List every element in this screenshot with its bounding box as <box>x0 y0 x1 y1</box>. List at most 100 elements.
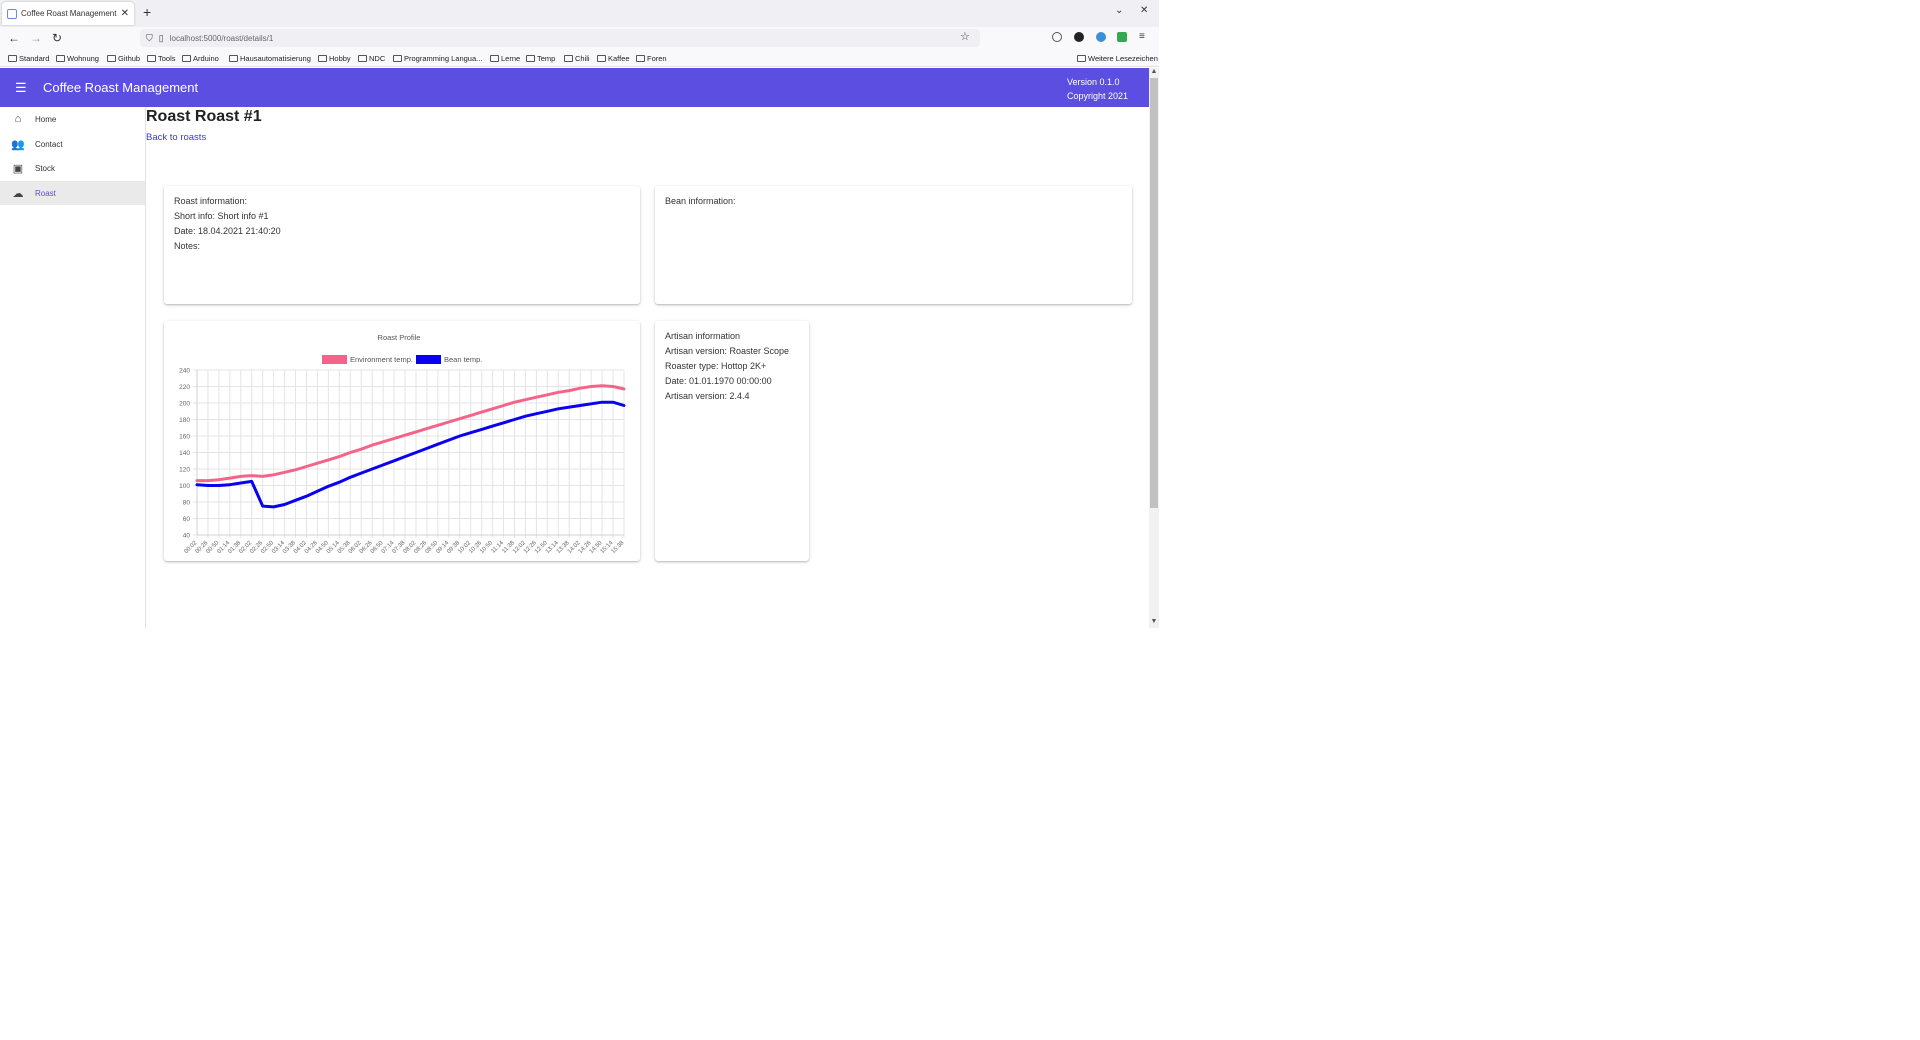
folder-icon <box>182 55 191 62</box>
y-tick-label: 160 <box>179 434 190 441</box>
bookmarks-bar: Standard Wohnung Github Tools Arduino Ha… <box>0 50 1159 67</box>
sidebar-item-label: Home <box>35 114 57 124</box>
extension-icon-3[interactable] <box>1117 32 1127 42</box>
y-tick-label: 80 <box>183 500 191 507</box>
folder-icon <box>564 55 573 62</box>
folder-icon <box>8 55 17 62</box>
back-arrow-icon[interactable]: ← <box>8 31 20 45</box>
bookmark-item[interactable]: Programming Langua... <box>393 54 482 63</box>
scroll-down-icon[interactable]: ▼ <box>1149 618 1159 625</box>
browser-tab[interactable]: Coffee Roast Management ✕ <box>2 2 134 25</box>
bookmark-item[interactable]: Temp <box>526 54 555 63</box>
folder-icon <box>393 55 402 62</box>
new-tab-button[interactable]: + <box>143 4 151 20</box>
forward-arrow-icon[interactable]: → <box>30 31 42 45</box>
bean-info-card: Bean information: <box>655 186 1132 304</box>
tab-list-icon[interactable]: ⌄ <box>1115 5 1123 16</box>
bookmark-item[interactable]: NDC <box>358 54 385 63</box>
pocket-extension-icon[interactable] <box>1052 32 1062 42</box>
roast-date: Date: 18.04.2021 21:40:20 <box>174 226 281 236</box>
bean-temp-line <box>195 400 626 509</box>
environment-temp-line <box>195 384 626 483</box>
folder-icon <box>147 55 156 62</box>
window-close-icon[interactable]: ✕ <box>1140 5 1148 16</box>
y-tick-label: 100 <box>179 483 190 490</box>
box-icon: ▣ <box>12 162 24 175</box>
extension-icon[interactable] <box>1074 32 1084 42</box>
sidebar-item-label: Contact <box>35 139 63 149</box>
url-text[interactable]: localhost:5000/roast/details/1 <box>170 34 274 43</box>
sidebar-item-label: Stock <box>35 163 56 173</box>
bookmark-item[interactable]: Wohnung <box>56 54 99 63</box>
extension-icon-2[interactable] <box>1096 32 1106 42</box>
page-info-icon[interactable]: ▯ <box>159 33 164 44</box>
close-tab-icon[interactable]: ✕ <box>121 8 129 19</box>
copyright-text: Copyright 2021 <box>1067 91 1129 101</box>
y-tick-label: 180 <box>179 417 190 424</box>
bookmark-star-icon[interactable]: ☆ <box>960 30 970 43</box>
tab-title: Coffee Roast Management <box>21 9 117 18</box>
sidebar-item-home[interactable]: ⌂ Home <box>0 107 145 131</box>
artisan-info-heading: Artisan information <box>665 331 741 341</box>
back-to-roasts-link[interactable]: Back to roasts <box>146 132 206 143</box>
browser-viewport: Coffee Roast Management ✕ + ⌄ ✕ ← → ↻ ⛉ … <box>0 0 1159 628</box>
page-favicon-icon <box>7 8 17 19</box>
bookmark-item[interactable]: Hobby <box>318 54 351 63</box>
bookmark-item[interactable]: Kaffee <box>597 54 630 63</box>
y-tick-label: 140 <box>179 450 190 457</box>
sidebar-item-stock[interactable]: ▣ Stock <box>0 156 145 180</box>
bookmark-item[interactable]: Tools <box>147 54 176 63</box>
app-title: Coffee Roast Management <box>43 80 199 95</box>
folder-icon <box>636 55 645 62</box>
people-icon: 👥 <box>11 138 25 151</box>
scroll-up-icon[interactable]: ▲ <box>1149 68 1159 75</box>
folder-icon <box>526 55 535 62</box>
menu-icon[interactable]: ≡ <box>1139 31 1145 42</box>
roast-profile-chart-card: Roast Profile Environment temp. Bean tem… <box>164 321 640 561</box>
y-tick-label: 40 <box>183 533 191 540</box>
shield-icon[interactable]: ⛉ <box>146 33 153 44</box>
bookmark-item[interactable]: Lerne <box>490 54 520 63</box>
bookmark-item[interactable]: Arduino <box>182 54 219 63</box>
bookmark-item[interactable]: Chili <box>564 54 590 63</box>
scrollbar-thumb[interactable] <box>1150 78 1158 508</box>
bookmark-item[interactable]: Github <box>107 54 140 63</box>
bookmark-item[interactable]: Hausautomatisierung <box>229 54 311 63</box>
bookmark-item[interactable]: Standard <box>8 54 49 63</box>
y-tick-label: 200 <box>179 401 190 408</box>
sidebar-item-contact[interactable]: 👥 Contact <box>0 132 145 156</box>
sidebar: ⌂ Home 👥 Contact ▣ Stock ☁ Roast <box>0 107 146 628</box>
artisan-version: Artisan version: Roaster Scope <box>665 346 790 356</box>
y-tick-label: 220 <box>179 384 190 391</box>
folder-icon <box>597 55 606 62</box>
y-tick-label: 60 <box>183 516 191 523</box>
folder-icon <box>107 55 116 62</box>
folder-icon <box>358 55 367 62</box>
x-tick-label: 15:38 <box>611 540 626 555</box>
roast-profile-chart: 40608010012014016018020022024000:0200:26… <box>179 368 626 556</box>
folder-icon <box>490 55 499 62</box>
roast-notes: Notes: <box>174 241 201 251</box>
roast-info-heading: Roast information: <box>174 196 248 206</box>
folder-icon <box>56 55 65 62</box>
artisan-version-number: Artisan version: 2.4.4 <box>665 391 750 401</box>
sidebar-item-label: Roast <box>35 188 56 198</box>
roast-info-card: Roast information: Short info: Short inf… <box>164 186 640 304</box>
page-scrollbar[interactable]: ▲ ▼ <box>1149 68 1159 628</box>
home-icon: ⌂ <box>14 113 22 125</box>
browser-toolbar: ← → ↻ ⛉ ▯ localhost:5000/roast/details/1… <box>0 27 1159 50</box>
sidebar-item-roast[interactable]: ☁ Roast <box>0 181 145 205</box>
bean-info-heading: Bean information: <box>665 196 736 206</box>
folder-icon <box>229 55 238 62</box>
app-header: ☰ Coffee Roast Management Version 0.1.0 … <box>0 68 1149 107</box>
artisan-info-card: Artisan information Artisan version: Roa… <box>655 321 809 561</box>
folder-icon <box>1077 55 1086 62</box>
roaster-type: Roaster type: Hottop 2K+ <box>665 361 767 371</box>
main-content: Roast Roast #1 Back to roasts Roast info… <box>146 107 1149 628</box>
cloud-icon: ☁ <box>12 187 24 200</box>
url-bar[interactable]: ⛉ ▯ localhost:5000/roast/details/1 <box>140 29 980 47</box>
bookmark-item[interactable]: Foren <box>636 54 667 63</box>
other-bookmarks[interactable]: Weitere Lesezeichen <box>1077 54 1158 63</box>
reload-icon[interactable]: ↻ <box>52 31 62 45</box>
hamburger-menu-icon[interactable]: ☰ <box>15 80 27 96</box>
